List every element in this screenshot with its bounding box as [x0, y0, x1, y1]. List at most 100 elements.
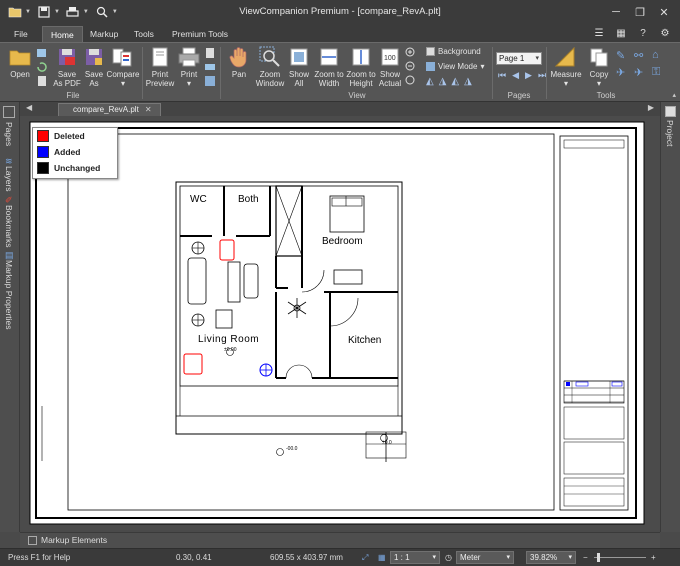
print-preview-icon[interactable] [93, 4, 111, 20]
chevron-down-icon[interactable]: ▼ [112, 9, 118, 15]
zoom-previous-icon[interactable] [405, 75, 417, 87]
recent-icon[interactable] [36, 47, 48, 59]
zoom-out-icon[interactable] [405, 61, 417, 73]
title-bar: ▼ ▼ ▼ ▼ ViewCompanion Premium - [compare… [0, 0, 680, 24]
flip-horizontal-icon[interactable]: ◭ [451, 76, 459, 87]
zoom-to-height-button[interactable]: Zoom to Height [345, 46, 377, 88]
page-select[interactable]: Page 1 [496, 52, 542, 65]
page-setup-icon[interactable] [204, 47, 216, 59]
close-tab-icon[interactable]: ✕ [145, 105, 152, 114]
tab-home[interactable]: Home [42, 26, 83, 42]
pan-button[interactable]: Pan [225, 46, 253, 79]
copy-button[interactable]: Copy ▾ [586, 46, 612, 88]
restore-button[interactable]: ❐ [630, 3, 650, 21]
flip-vertical-icon[interactable]: ◮ [464, 76, 472, 87]
save-icon[interactable] [35, 4, 53, 20]
room-label-wc: WC [190, 194, 207, 205]
lock-icon[interactable]: ⚿ [652, 66, 666, 79]
snap-icon[interactable]: ⤢ [362, 553, 368, 563]
view-mode-button[interactable]: View Mode ▾ [426, 62, 484, 71]
zoom-slider-thumb[interactable] [597, 553, 600, 562]
layout-icon[interactable]: ☰ [592, 26, 606, 40]
group-label-view: View [348, 91, 366, 100]
side-tab-markup-properties[interactable]: Markup Properties [4, 260, 14, 329]
chevron-down-icon[interactable]: ▼ [54, 9, 60, 15]
quick-access-toolbar: ▼ ▼ ▼ ▼ [0, 4, 118, 20]
first-page-icon[interactable]: ⏮ [498, 70, 506, 81]
grid-icon[interactable] [3, 106, 15, 118]
zoom-window-button[interactable]: Zoom Window [253, 46, 287, 88]
last-page-icon[interactable]: ⏭ [538, 70, 546, 81]
pdf-icon [55, 46, 79, 68]
legend-item-deleted: Deleted [33, 128, 117, 144]
reload-icon[interactable] [36, 61, 48, 73]
zoom-select[interactable]: 39.82% [526, 551, 576, 564]
project-icon [665, 106, 676, 117]
hand-icon [227, 46, 251, 68]
rotate-left-icon[interactable]: ◭ [426, 76, 434, 87]
zoom-out-button[interactable]: − [583, 553, 588, 562]
next-page-icon[interactable]: ▶ [525, 70, 532, 81]
open-folder-icon[interactable] [6, 4, 24, 20]
tab-tools[interactable]: Tools [126, 26, 162, 42]
zoom-slider[interactable] [594, 557, 646, 558]
side-tab-pages[interactable]: Pages [4, 122, 14, 146]
scale-select[interactable]: 1 : 1 [390, 551, 440, 564]
open-button[interactable]: Open [6, 46, 34, 79]
airplane-icon[interactable]: ✈ [634, 66, 648, 79]
group-label-pages: Pages [507, 91, 531, 100]
airplane-icon[interactable]: ✈ [616, 66, 630, 79]
home-icon[interactable]: ⌂ [652, 49, 666, 62]
room-label-bedroom: Bedroom [322, 236, 363, 247]
rotate-right-icon[interactable]: ◮ [439, 76, 447, 87]
zoom-in-button[interactable]: + [651, 553, 656, 562]
print-icon[interactable] [64, 4, 82, 20]
export-icon[interactable] [204, 75, 216, 87]
tabs-left-arrow[interactable]: ◀ [26, 103, 32, 112]
markup-elements-panel[interactable]: Markup Elements [20, 532, 660, 548]
side-tab-layers[interactable]: Layers [4, 166, 14, 192]
save-as-button[interactable]: Save As [82, 46, 106, 88]
tab-file[interactable]: File [6, 26, 36, 42]
link-icon[interactable]: ⚯ [634, 49, 648, 62]
document-tab[interactable]: compare_RevA.plt ✕ [58, 103, 161, 116]
group-label-file: File [66, 91, 80, 100]
tab-markup[interactable]: Markup [82, 26, 126, 42]
batch-print-icon[interactable] [204, 61, 216, 73]
style-icon[interactable]: ▦ [614, 26, 628, 40]
minimize-button[interactable]: ─ [606, 3, 626, 21]
measure-button[interactable]: Measure ▾ [550, 46, 582, 88]
side-tab-project[interactable]: Project [665, 120, 675, 146]
zoom-to-width-button[interactable]: Zoom to Width [313, 46, 345, 88]
gear-icon[interactable]: ⚙ [658, 26, 672, 40]
unit-select[interactable]: Meter [456, 551, 514, 564]
zoom-in-icon[interactable] [405, 47, 417, 59]
help-icon[interactable]: ? [636, 26, 650, 40]
print-button[interactable]: Print ▾ [177, 46, 201, 88]
print-preview-button[interactable]: Print Preview [145, 46, 175, 88]
background-button[interactable]: Background [426, 47, 481, 56]
show-all-button[interactable]: Show All [287, 46, 311, 88]
zoom-window-icon [258, 46, 282, 68]
close-file-icon[interactable] [36, 75, 48, 87]
show-actual-button[interactable]: 100 Show Actual [377, 46, 403, 88]
compare-button[interactable]: Compare ▾ [107, 46, 139, 88]
side-tab-bookmarks[interactable]: Bookmarks [4, 205, 14, 248]
pen-icon[interactable]: ✎ [616, 49, 630, 62]
tab-premium-tools[interactable]: Premium Tools [164, 26, 236, 42]
close-button[interactable]: ✕ [654, 3, 674, 21]
legend-swatch-added [37, 146, 49, 158]
collapse-ribbon-icon[interactable]: ▴ [672, 91, 676, 99]
chevron-down-icon[interactable]: ▼ [25, 9, 31, 15]
svg-text:100: 100 [384, 55, 396, 62]
chevron-down-icon: ▾ [120, 79, 125, 88]
chevron-down-icon[interactable]: ▼ [83, 9, 89, 15]
ortho-icon[interactable]: ▦ [378, 553, 386, 562]
previous-page-icon[interactable]: ◀ [512, 70, 519, 81]
zoom-width-icon [317, 46, 341, 68]
level-mark-living: ±0.00 [224, 347, 237, 353]
tabs-right-arrow[interactable]: ▶ [648, 103, 654, 112]
save-as-pdf-button[interactable]: Save As PDF [52, 46, 82, 88]
markup-elements-icon [28, 535, 37, 545]
ribbon: Open Save As PDF Save As Compare ▾ File [0, 42, 680, 102]
